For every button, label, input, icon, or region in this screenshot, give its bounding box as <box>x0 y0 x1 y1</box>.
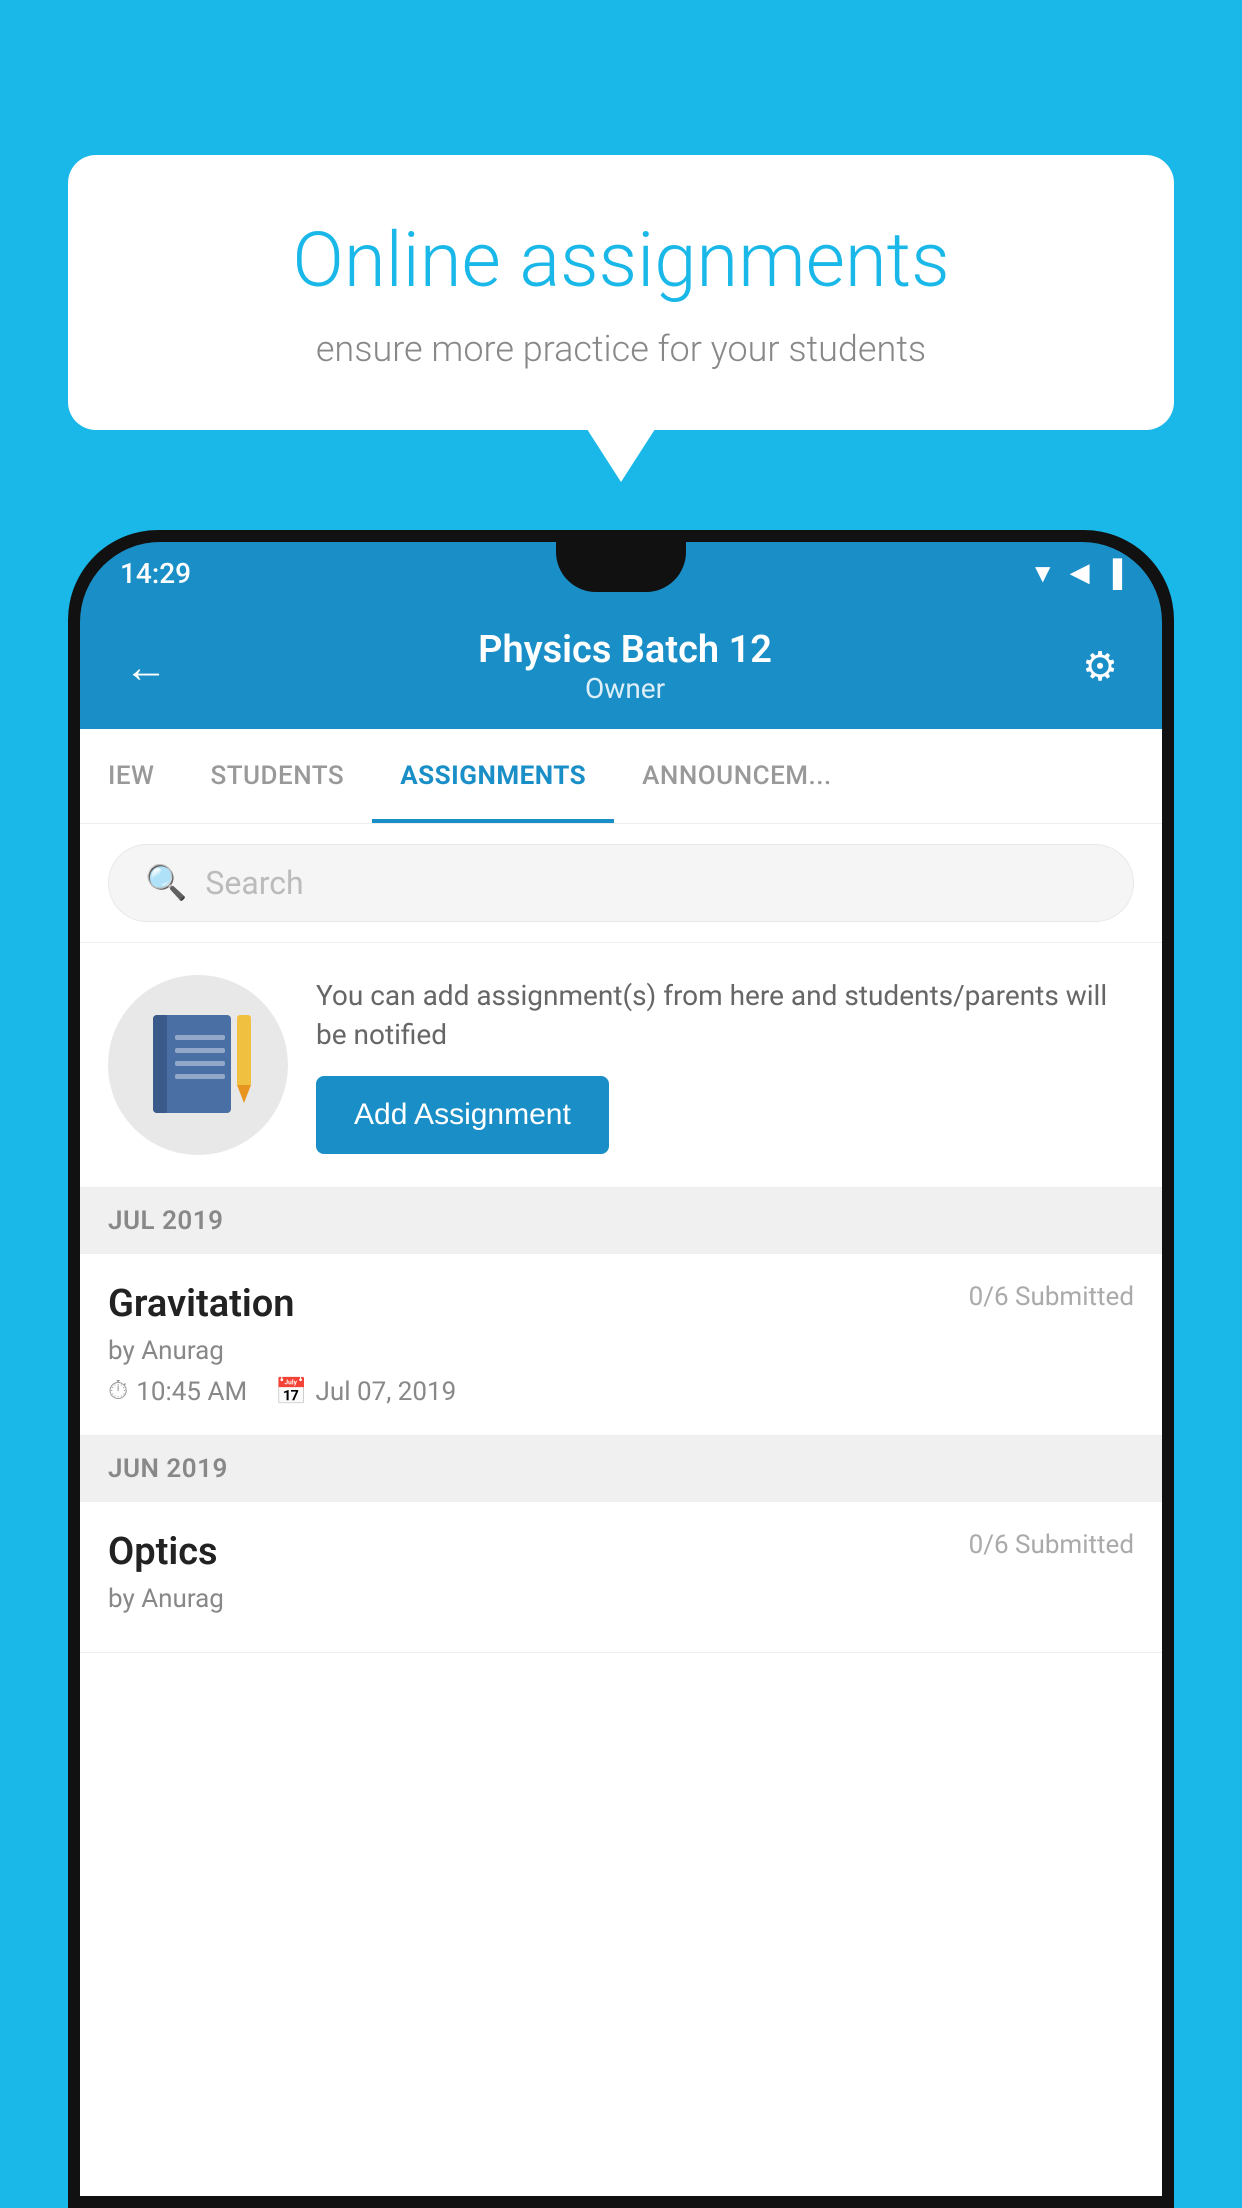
assignment-time: 10:45 AM <box>136 1377 247 1407</box>
search-bar[interactable]: 🔍 Search <box>108 844 1134 922</box>
add-assignment-button[interactable]: Add Assignment <box>316 1076 609 1154</box>
tab-assignments[interactable]: ASSIGNMENTS <box>372 729 614 823</box>
clock-icon: ⏱ <box>108 1376 128 1407</box>
promo-text-block: You can add assignment(s) from here and … <box>316 976 1134 1154</box>
back-button[interactable]: ← <box>124 641 168 693</box>
header-title-block: Physics Batch 12 Owner <box>478 628 772 705</box>
promo-icon-circle <box>108 975 288 1155</box>
promo-section: You can add assignment(s) from here and … <box>80 943 1162 1188</box>
assignment-date: Jul 07, 2019 <box>316 1377 457 1407</box>
wifi-icon: ▼ <box>1030 558 1056 589</box>
date-item: 📅 Jul 07, 2019 <box>275 1377 456 1407</box>
section-header-jun: JUN 2019 <box>80 1436 1162 1502</box>
notebook-line <box>175 1074 225 1079</box>
notebook-body <box>153 1015 231 1113</box>
notebook-line <box>175 1035 225 1040</box>
calendar-icon: 📅 <box>275 1377 307 1407</box>
speech-bubble: Online assignments ensure more practice … <box>68 155 1174 430</box>
pencil-tip-icon <box>237 1085 251 1103</box>
notebook-spine <box>153 1015 167 1113</box>
settings-icon[interactable]: ⚙ <box>1082 643 1118 690</box>
phone-frame: 14:29 ▼ ◀ ▐ ← Physics Batch 12 Owner ⚙ I… <box>68 530 1174 2208</box>
assignment-submitted: 0/6 Submitted <box>969 1282 1134 1312</box>
notebook-line <box>175 1061 225 1066</box>
batch-subtitle: Owner <box>478 672 772 705</box>
search-input[interactable]: Search <box>205 864 303 902</box>
notebook-lines <box>175 1035 225 1087</box>
signal-icon: ◀ <box>1070 558 1090 588</box>
search-icon: 🔍 <box>145 863 187 903</box>
content-area: 🔍 Search <box>80 824 1162 2196</box>
speech-bubble-title: Online assignments <box>138 215 1104 306</box>
promo-description: You can add assignment(s) from here and … <box>316 976 1134 1054</box>
assignment-item-gravitation[interactable]: Gravitation 0/6 Submitted by Anurag ⏱ 10… <box>80 1254 1162 1436</box>
notebook-line <box>175 1048 225 1053</box>
notch <box>556 542 686 592</box>
status-bar: 14:29 ▼ ◀ ▐ <box>80 542 1162 604</box>
search-bar-container: 🔍 Search <box>80 824 1162 943</box>
batch-title: Physics Batch 12 <box>478 628 772 672</box>
time-item: ⏱ 10:45 AM <box>108 1376 247 1407</box>
assignment-name: Gravitation <box>108 1282 295 1326</box>
battery-icon: ▐ <box>1104 558 1122 589</box>
phone-screen: 14:29 ▼ ◀ ▐ ← Physics Batch 12 Owner ⚙ I… <box>80 542 1162 2196</box>
assignment-meta: by Anurag <box>108 1336 1134 1366</box>
assignment-time-row: ⏱ 10:45 AM 📅 Jul 07, 2019 <box>108 1376 1134 1407</box>
status-time: 14:29 <box>120 557 191 590</box>
section-header-jul: JUL 2019 <box>80 1188 1162 1254</box>
optics-meta: by Anurag <box>108 1584 1134 1614</box>
notebook-icon <box>153 1015 243 1115</box>
assignment-item-optics[interactable]: Optics 0/6 Submitted by Anurag <box>80 1502 1162 1653</box>
speech-bubble-subtitle: ensure more practice for your students <box>138 328 1104 370</box>
assignment-row-top: Gravitation 0/6 Submitted <box>108 1282 1134 1326</box>
tabs-bar: IEW STUDENTS ASSIGNMENTS ANNOUNCEM... <box>80 729 1162 824</box>
optics-submitted: 0/6 Submitted <box>969 1530 1134 1560</box>
tab-students[interactable]: STUDENTS <box>182 729 372 823</box>
speech-bubble-container: Online assignments ensure more practice … <box>68 155 1174 430</box>
status-icons: ▼ ◀ ▐ <box>1030 558 1122 589</box>
tab-iew[interactable]: IEW <box>80 729 182 823</box>
app-header: ← Physics Batch 12 Owner ⚙ <box>80 604 1162 729</box>
tab-announcements[interactable]: ANNOUNCEM... <box>614 729 860 823</box>
assignment-row-top-optics: Optics 0/6 Submitted <box>108 1530 1134 1574</box>
optics-name: Optics <box>108 1530 218 1574</box>
pencil-icon <box>237 1015 251 1085</box>
